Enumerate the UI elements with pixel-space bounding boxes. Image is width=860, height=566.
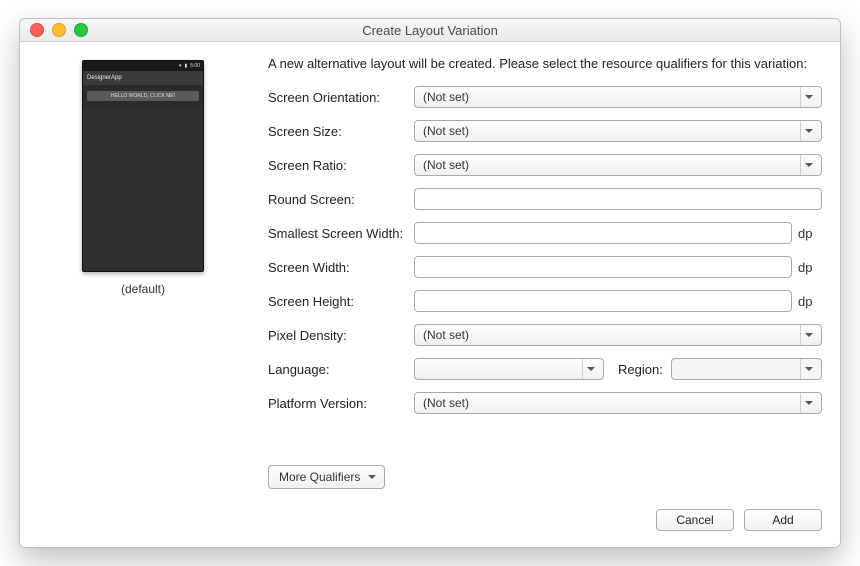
platform-version-value: (Not set) — [423, 396, 469, 410]
round-screen-input[interactable] — [414, 188, 822, 210]
platform-version-select[interactable]: (Not set) — [414, 392, 822, 414]
wifi-icon: ▾ — [179, 63, 182, 69]
label-language: Language: — [268, 362, 414, 377]
row-more-qualifiers: More Qualifiers — [268, 465, 822, 489]
screen-width-input[interactable] — [414, 256, 792, 278]
chevron-down-icon — [368, 475, 376, 479]
preview-statusbar: ▾ ▮ 5:00 — [83, 61, 203, 71]
chevron-down-icon — [800, 87, 817, 107]
preview-caption: (default) — [121, 282, 165, 296]
cancel-button[interactable]: Cancel — [656, 509, 734, 531]
row-smallest-width: Smallest Screen Width: dp — [268, 221, 822, 245]
dp-suffix: dp — [798, 260, 822, 275]
pixel-density-select[interactable]: (Not set) — [414, 324, 822, 346]
add-button[interactable]: Add — [744, 509, 822, 531]
row-round: Round Screen: — [268, 187, 822, 211]
chevron-down-icon — [800, 155, 817, 175]
region-select[interactable] — [671, 358, 822, 380]
row-width: Screen Width: dp — [268, 255, 822, 279]
preview-surface — [83, 107, 203, 271]
preview-appbar: DesignerApp — [83, 71, 203, 85]
orientation-value: (Not set) — [423, 90, 469, 104]
row-ratio: Screen Ratio: (Not set) — [268, 153, 822, 177]
device-preview: ▾ ▮ 5:00 DesignerApp HELLO WORLD, CLICK … — [82, 60, 204, 272]
preview-pane: ▾ ▮ 5:00 DesignerApp HELLO WORLD, CLICK … — [38, 56, 248, 531]
language-select[interactable] — [414, 358, 604, 380]
pixel-density-value: (Not set) — [423, 328, 469, 342]
dp-suffix: dp — [798, 294, 822, 309]
screen-height-input[interactable] — [414, 290, 792, 312]
screen-ratio-select[interactable]: (Not set) — [414, 154, 822, 176]
titlebar: Create Layout Variation — [20, 19, 840, 42]
label-orientation: Screen Orientation: — [268, 90, 414, 105]
label-size: Screen Size: — [268, 124, 414, 139]
chevron-down-icon — [800, 325, 817, 345]
more-qualifiers-label: More Qualifiers — [279, 470, 360, 484]
window-title: Create Layout Variation — [20, 23, 840, 38]
row-height: Screen Height: dp — [268, 289, 822, 313]
row-platform: Platform Version: (Not set) — [268, 391, 822, 415]
label-density: Pixel Density: — [268, 328, 414, 343]
label-round: Round Screen: — [268, 192, 414, 207]
label-smallest-width: Smallest Screen Width: — [268, 226, 414, 241]
screen-ratio-value: (Not set) — [423, 158, 469, 172]
preview-app-name: DesignerApp — [87, 75, 122, 81]
row-density: Pixel Density: (Not set) — [268, 323, 822, 347]
intro-text: A new alternative layout will be created… — [268, 56, 822, 71]
row-language: Language: Region: — [268, 357, 822, 381]
label-ratio: Screen Ratio: — [268, 158, 414, 173]
form-pane: A new alternative layout will be created… — [248, 56, 822, 531]
label-width: Screen Width: — [268, 260, 414, 275]
row-orientation: Screen Orientation: (Not set) — [268, 85, 822, 109]
chevron-down-icon — [582, 359, 599, 379]
smallest-width-input[interactable] — [414, 222, 792, 244]
chevron-down-icon — [800, 359, 817, 379]
dp-suffix: dp — [798, 226, 822, 241]
label-platform: Platform Version: — [268, 396, 414, 411]
screen-size-value: (Not set) — [423, 124, 469, 138]
chevron-down-icon — [800, 121, 817, 141]
chevron-down-icon — [800, 393, 817, 413]
dialog-footer: Cancel Add — [268, 509, 822, 531]
screen-size-select[interactable]: (Not set) — [414, 120, 822, 142]
row-size: Screen Size: (Not set) — [268, 119, 822, 143]
label-region: Region: — [610, 362, 665, 377]
status-time: 5:00 — [190, 63, 200, 69]
preview-button: HELLO WORLD, CLICK ME! — [87, 91, 199, 101]
battery-icon: ▮ — [185, 63, 188, 69]
dialog-window: Create Layout Variation ▾ ▮ 5:00 Designe… — [19, 18, 841, 548]
more-qualifiers-button[interactable]: More Qualifiers — [268, 465, 385, 489]
dialog-body: ▾ ▮ 5:00 DesignerApp HELLO WORLD, CLICK … — [20, 42, 840, 547]
orientation-select[interactable]: (Not set) — [414, 86, 822, 108]
label-height: Screen Height: — [268, 294, 414, 309]
